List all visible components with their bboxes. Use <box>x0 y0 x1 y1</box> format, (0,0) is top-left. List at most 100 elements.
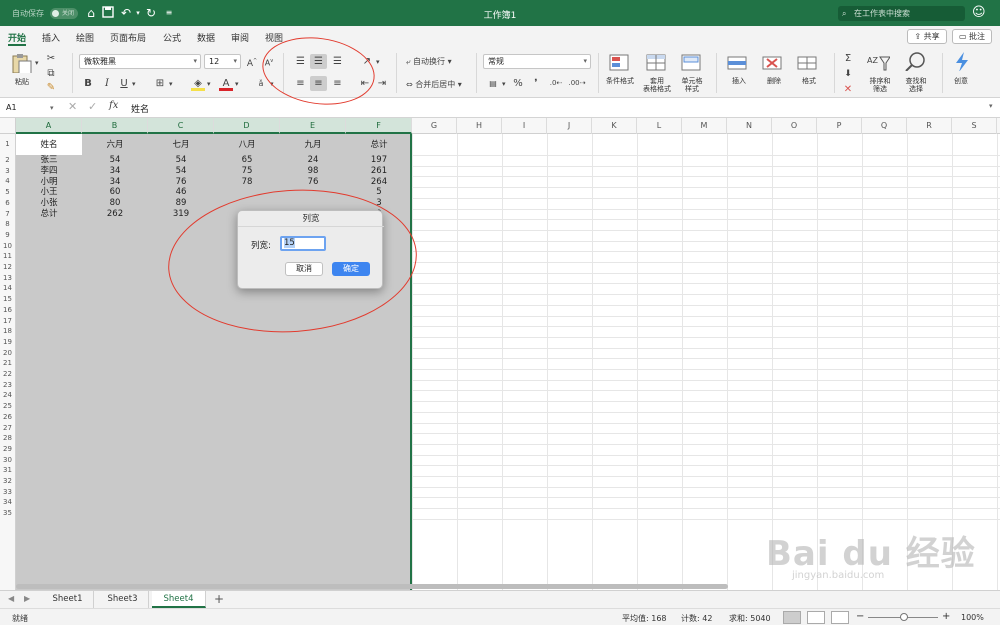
paste-dropdown-icon[interactable]: ▾ <box>35 59 39 67</box>
zoom-in-button[interactable]: + <box>942 611 950 622</box>
column-header-d[interactable]: D <box>214 118 280 134</box>
column-header-f[interactable]: F <box>346 118 412 134</box>
copy-icon[interactable]: ⧉ <box>44 66 58 81</box>
cell-value[interactable]: 78 <box>214 175 280 189</box>
column-header-h[interactable]: H <box>457 118 502 134</box>
row-header[interactable]: 12 <box>0 262 15 273</box>
normal-view-icon[interactable] <box>783 611 801 624</box>
font-name-select[interactable]: 微软雅黑 ▾ <box>79 54 201 69</box>
find-select-icon[interactable] <box>904 51 928 71</box>
font-size-select[interactable]: 12 ▾ <box>204 54 241 69</box>
column-header-g[interactable]: G <box>412 118 457 134</box>
paste-icon[interactable] <box>10 53 34 73</box>
row-header[interactable]: 26 <box>0 412 15 423</box>
row-header[interactable]: 29 <box>0 444 15 455</box>
row-header[interactable]: 10 <box>0 241 15 252</box>
delete-cells-icon[interactable] <box>761 53 785 73</box>
tab-page-layout[interactable]: 页面布局 <box>110 31 146 44</box>
row-header[interactable]: 20 <box>0 348 15 359</box>
insert-function-button[interactable]: fx <box>109 100 118 111</box>
sheet-search-input[interactable]: ⌕ 在工作表中搜索 <box>838 6 965 21</box>
name-box-dropdown-icon[interactable]: ▾ <box>50 101 54 115</box>
row-header[interactable]: 18 <box>0 326 15 337</box>
cell-styles-icon[interactable] <box>680 53 704 73</box>
format-cells-icon[interactable] <box>796 53 820 73</box>
row-header[interactable]: 11 <box>0 251 15 262</box>
wrap-text-button[interactable]: ⤶ 自动换行 ▾ <box>406 56 452 67</box>
column-header-m[interactable]: M <box>682 118 727 134</box>
page-layout-view-icon[interactable] <box>807 611 825 624</box>
ok-button[interactable]: 确定 <box>332 262 370 276</box>
cut-icon[interactable]: ✂ <box>44 51 58 66</box>
row-header[interactable]: 5 <box>0 187 15 198</box>
column-header-c[interactable]: C <box>148 118 214 134</box>
next-sheet-icon[interactable]: ▶ <box>24 594 30 603</box>
row-header[interactable]: 7 <box>0 209 15 220</box>
prev-sheet-icon[interactable]: ◀ <box>8 594 14 603</box>
row-header[interactable]: 25 <box>0 401 15 412</box>
page-break-view-icon[interactable] <box>831 611 849 624</box>
zoom-out-button[interactable]: − <box>856 611 864 622</box>
comma-style-icon[interactable]: ❜ <box>530 76 542 91</box>
cell-value[interactable]: 262 <box>82 207 148 221</box>
share-button[interactable]: ⇪ 共享 <box>907 29 947 44</box>
cell-value[interactable]: 六月 <box>82 138 148 152</box>
row-header[interactable]: 28 <box>0 433 15 444</box>
add-sheet-button[interactable]: + <box>214 592 224 606</box>
sheet-tab-sheet4[interactable]: Sheet4 <box>152 591 206 608</box>
tab-draw[interactable]: 绘图 <box>76 31 94 44</box>
tab-data[interactable]: 数据 <box>197 31 215 44</box>
cell-value[interactable]: 九月 <box>280 138 346 152</box>
row-header[interactable]: 30 <box>0 455 15 466</box>
row-header[interactable]: 16 <box>0 305 15 316</box>
format-painter-icon[interactable]: ✎ <box>44 80 58 95</box>
tab-formulas[interactable]: 公式 <box>163 31 181 44</box>
row-header[interactable]: 6 <box>0 198 15 209</box>
row-header[interactable]: 27 <box>0 423 15 434</box>
column-header-k[interactable]: K <box>592 118 637 134</box>
row-header[interactable]: 17 <box>0 316 15 327</box>
clear-icon[interactable]: ✕ <box>842 82 854 97</box>
comments-button[interactable]: ▭ 批注 <box>952 29 992 44</box>
row-header[interactable]: 19 <box>0 337 15 348</box>
column-header-o[interactable]: O <box>772 118 817 134</box>
column-header-s[interactable]: S <box>952 118 997 134</box>
horizontal-scrollbar[interactable] <box>16 584 728 589</box>
bold-button[interactable]: B <box>82 76 94 91</box>
row-header[interactable]: 35 <box>0 508 15 519</box>
conditional-format-icon[interactable] <box>608 53 632 73</box>
row-header[interactable]: 32 <box>0 476 15 487</box>
column-header-a[interactable]: A <box>16 118 82 134</box>
autosum-icon[interactable]: Σ <box>842 51 854 66</box>
row-header[interactable]: 9 <box>0 230 15 241</box>
row-header[interactable]: 31 <box>0 465 15 476</box>
column-width-input[interactable]: 15 <box>280 236 326 251</box>
underline-button[interactable]: U <box>118 76 130 91</box>
feedback-smiley-icon[interactable]: ☺ <box>972 6 986 20</box>
select-all-corner[interactable] <box>0 118 16 134</box>
orientation-dropdown-icon[interactable]: ▾ <box>376 58 380 66</box>
row-header[interactable]: 21 <box>0 358 15 369</box>
zoom-slider-knob[interactable] <box>900 613 908 621</box>
cancel-button[interactable]: 取消 <box>285 262 323 276</box>
row-header[interactable]: 3 <box>0 166 15 177</box>
column-header-p[interactable]: P <box>817 118 862 134</box>
row-header[interactable]: 8 <box>0 219 15 230</box>
underline-dropdown-icon[interactable]: ▾ <box>132 80 136 88</box>
accounting-dropdown-icon[interactable]: ▾ <box>502 80 506 88</box>
column-header-b[interactable]: B <box>82 118 148 134</box>
tab-review[interactable]: 审阅 <box>231 31 249 44</box>
row-header[interactable]: 22 <box>0 369 15 380</box>
cell-value[interactable]: 76 <box>280 175 346 189</box>
sheet-tab-sheet1[interactable]: Sheet1 <box>42 591 94 608</box>
italic-button[interactable]: I <box>101 76 113 91</box>
accounting-format-icon[interactable]: ▤ <box>485 76 501 91</box>
row-header[interactable]: 24 <box>0 390 15 401</box>
fill-icon[interactable]: ⬇ <box>842 67 854 82</box>
row-header[interactable]: 13 <box>0 273 15 284</box>
cell-value[interactable]: 总计 <box>16 207 82 221</box>
column-header-e[interactable]: E <box>280 118 346 134</box>
number-format-select[interactable]: 常规 ▾ <box>483 54 591 69</box>
column-header-n[interactable]: N <box>727 118 772 134</box>
cell-value[interactable]: 八月 <box>214 138 280 152</box>
